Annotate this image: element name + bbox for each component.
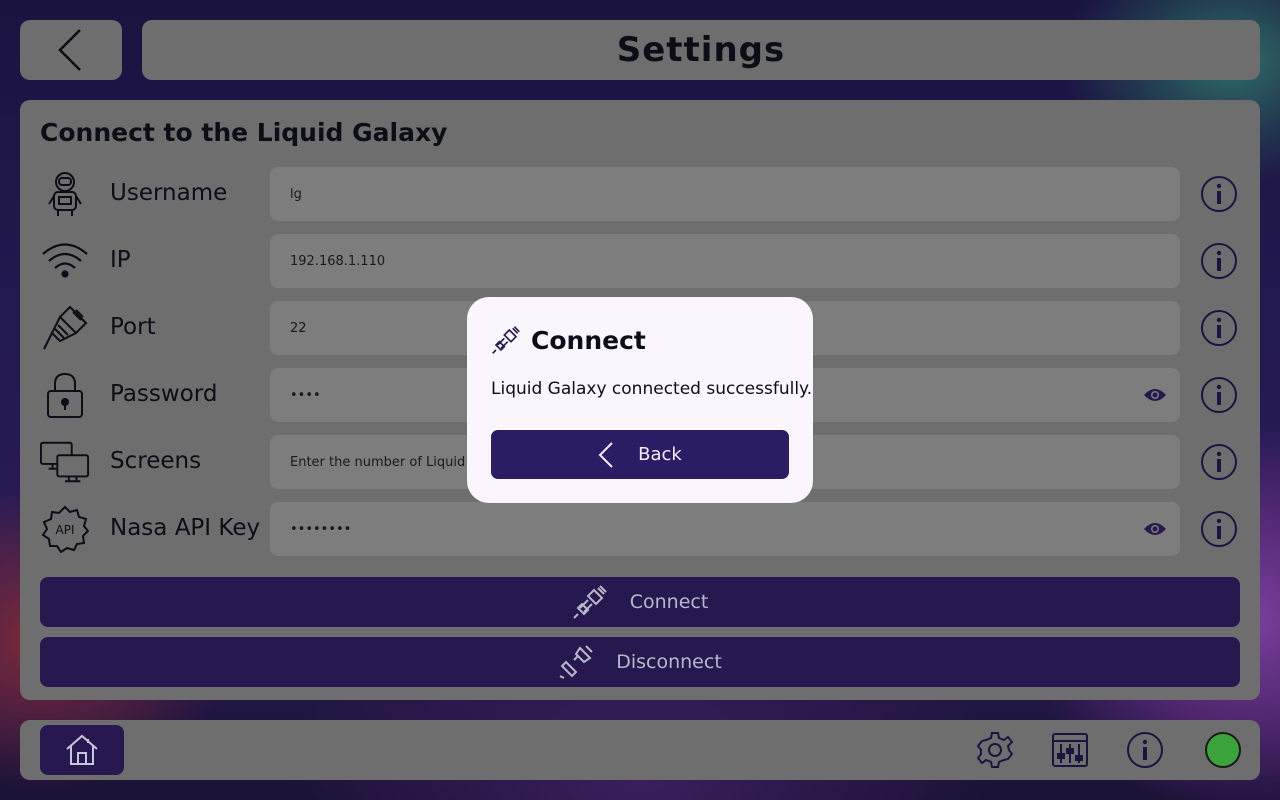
ip-row: IP [20, 234, 1260, 288]
monitors-icon [40, 437, 90, 487]
plug-disconnect-icon [559, 645, 593, 679]
connect-dialog: Connect Liquid Galaxy connected successf… [467, 297, 813, 503]
username-field[interactable] [270, 167, 1180, 221]
home-button[interactable] [40, 725, 124, 775]
ip-field[interactable] [270, 234, 1180, 288]
ip-info-icon[interactable] [1200, 242, 1238, 280]
api-key-input[interactable] [270, 502, 1150, 556]
port-info-icon[interactable] [1200, 309, 1238, 347]
api-key-row: API Nasa API Key [20, 502, 1260, 556]
connect-label: Connect [629, 591, 709, 613]
dialog-back-label: Back [638, 444, 682, 465]
page-title: Settings [616, 30, 786, 70]
ethernet-plug-icon [40, 303, 90, 353]
disconnect-label: Disconnect [616, 651, 722, 673]
dialog-message: Liquid Galaxy connected successfully. [491, 379, 813, 399]
port-label: Port [110, 314, 156, 340]
info-icon [1127, 732, 1163, 768]
username-row: Username [20, 167, 1260, 221]
username-input[interactable] [270, 167, 1150, 221]
disconnect-button[interactable]: Disconnect [40, 637, 1240, 687]
connect-button[interactable]: Connect [40, 577, 1240, 627]
sliders-icon [1052, 733, 1088, 767]
ip-input[interactable] [270, 234, 1150, 288]
api-key-label: Nasa API Key [110, 515, 261, 541]
api-key-field[interactable] [270, 502, 1180, 556]
lock-icon [40, 370, 90, 420]
username-label: Username [110, 180, 228, 206]
wifi-icon [40, 236, 90, 286]
title-bar: Settings [142, 20, 1260, 80]
dialog-title: Connect [531, 325, 646, 355]
screens-label: Screens [110, 448, 202, 474]
dialog-header: Connect [491, 325, 646, 355]
svg-text:API: API [56, 523, 75, 537]
chevron-left-icon [598, 441, 613, 468]
plug-icon [492, 326, 520, 354]
screens-info-icon[interactable] [1200, 443, 1238, 481]
ip-label: IP [110, 247, 131, 273]
section-title: Connect to the Liquid Galaxy [40, 118, 448, 147]
connection-status-indicator [1205, 732, 1241, 768]
gear-icon [976, 732, 1014, 768]
username-info-icon[interactable] [1200, 175, 1238, 213]
about-button[interactable] [1125, 730, 1165, 770]
dialog-back-button[interactable]: Back [491, 430, 789, 479]
bottom-bar [20, 720, 1260, 780]
password-info-icon[interactable] [1200, 376, 1238, 414]
api-gear-icon: API [40, 504, 90, 554]
api-key-info-icon[interactable] [1200, 510, 1238, 548]
password-label: Password [110, 381, 218, 407]
astronaut-icon [40, 169, 90, 219]
home-icon [66, 734, 98, 765]
chevron-left-icon [58, 29, 81, 71]
eye-icon[interactable] [1142, 517, 1168, 541]
eye-icon[interactable] [1142, 383, 1168, 407]
plug-connect-icon [573, 585, 607, 619]
controls-button[interactable] [1050, 730, 1090, 770]
settings-gear-button[interactable] [975, 730, 1015, 770]
back-button[interactable] [20, 20, 122, 80]
